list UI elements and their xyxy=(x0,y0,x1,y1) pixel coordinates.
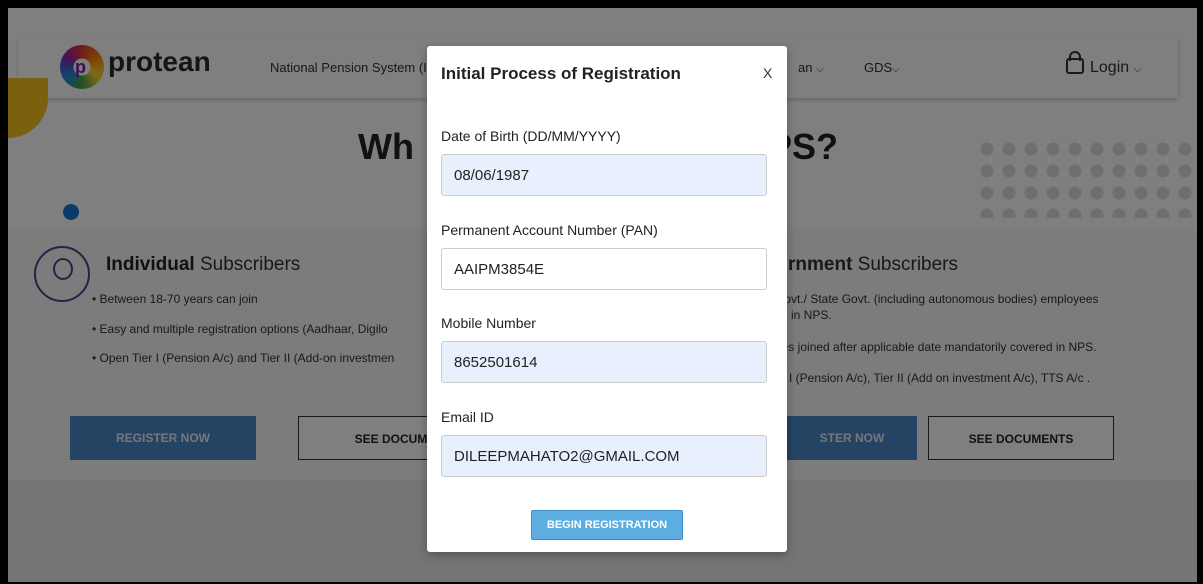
mobile-label: Mobile Number xyxy=(441,315,536,331)
close-icon[interactable]: X xyxy=(763,65,772,81)
pan-field[interactable] xyxy=(441,248,767,290)
dob-field[interactable] xyxy=(441,154,767,196)
begin-registration-button[interactable]: BEGIN REGISTRATION xyxy=(531,510,683,540)
mobile-field[interactable] xyxy=(441,341,767,383)
pan-label: Permanent Account Number (PAN) xyxy=(441,222,658,238)
modal-title: Initial Process of Registration xyxy=(441,64,681,83)
browser-viewport: p protean National Pension System (I an … xyxy=(8,8,1197,582)
registration-modal: Initial Process of Registration X Date o… xyxy=(427,46,787,552)
dob-label: Date of Birth (DD/MM/YYYY) xyxy=(441,128,621,144)
email-field[interactable] xyxy=(441,435,767,477)
email-label: Email ID xyxy=(441,409,494,425)
